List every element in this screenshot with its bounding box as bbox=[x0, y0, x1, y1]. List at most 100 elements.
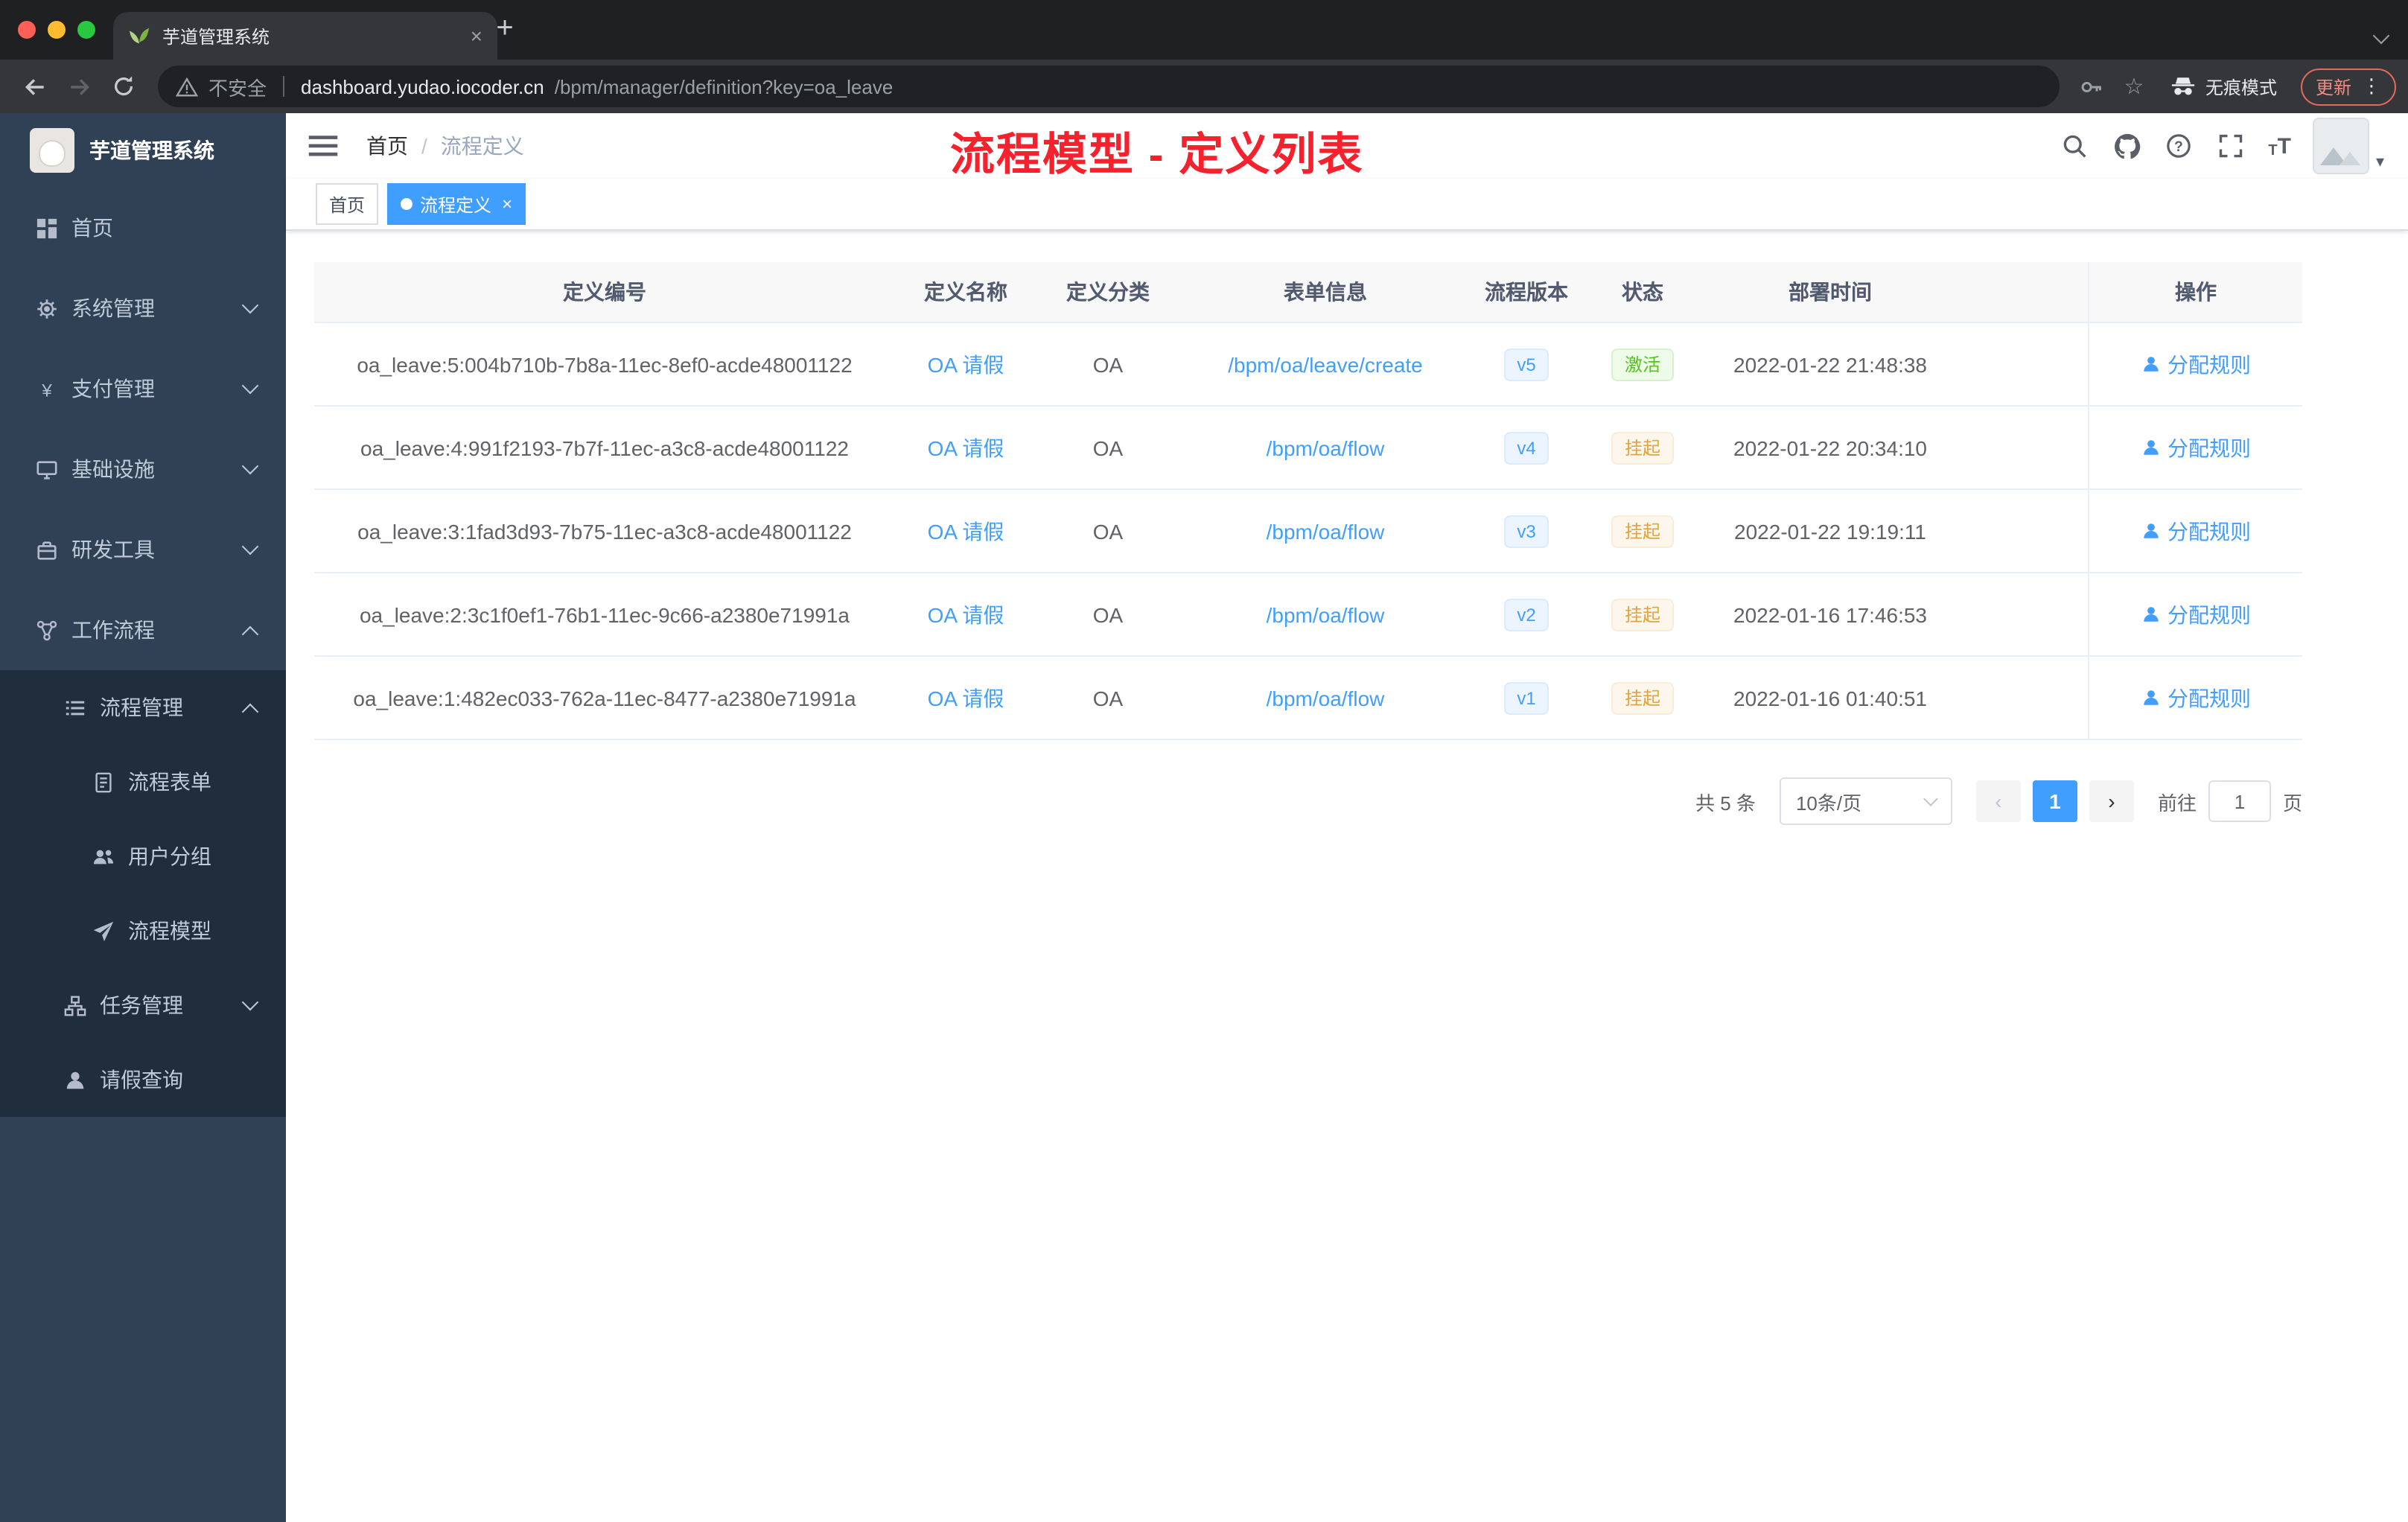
definition-name-link[interactable]: OA 请假 bbox=[928, 683, 1004, 713]
breadcrumb-home[interactable]: 首页 bbox=[366, 131, 408, 161]
font-size-icon[interactable]: TT bbox=[2268, 133, 2291, 159]
sidebar-item-process-management[interactable]: 流程管理 bbox=[0, 670, 286, 745]
form-link[interactable]: /bpm/oa/flow bbox=[1267, 519, 1385, 543]
chevron-down-icon bbox=[1923, 792, 1938, 806]
tab-close-icon[interactable]: × bbox=[471, 24, 482, 48]
bookmark-star-icon[interactable]: ☆ bbox=[2113, 66, 2155, 107]
help-icon[interactable]: ? bbox=[2164, 131, 2194, 161]
sidebar-item-label: 支付管理 bbox=[71, 377, 155, 401]
definition-name-link[interactable]: OA 请假 bbox=[928, 599, 1004, 629]
sidebar-item-task-management[interactable]: 任务管理 bbox=[0, 968, 286, 1042]
definition-name-link[interactable]: OA 请假 bbox=[928, 433, 1004, 462]
github-icon[interactable] bbox=[2112, 131, 2141, 161]
table-row: oa_leave:1:482ec033-762a-11ec-8477-a2380… bbox=[314, 657, 2302, 740]
table-row: oa_leave:2:3c1f0ef1-76b1-11ec-9c66-a2380… bbox=[314, 573, 2302, 657]
fullscreen-icon[interactable] bbox=[2216, 131, 2246, 161]
forward-button[interactable] bbox=[57, 64, 101, 109]
security-label[interactable]: 不安全 bbox=[208, 72, 267, 101]
sidebar-item-system[interactable]: 系统管理 bbox=[0, 268, 286, 348]
sidebar-item-label: 流程模型 bbox=[128, 919, 211, 943]
new-tab-button[interactable]: + bbox=[485, 9, 524, 48]
user-icon bbox=[2143, 690, 2158, 705]
tab-search-button[interactable] bbox=[2372, 22, 2390, 49]
sidebar-item-process-form[interactable]: 流程表单 bbox=[0, 745, 286, 819]
page-size-select[interactable]: 10条/页 bbox=[1779, 777, 1952, 825]
form-link[interactable]: /bpm/oa/flow bbox=[1267, 686, 1385, 710]
svg-text:?: ? bbox=[2175, 139, 2184, 155]
caret-down-icon[interactable]: ▾ bbox=[2376, 152, 2384, 174]
goto-label: 前往 bbox=[2157, 792, 2197, 814]
cell-deploy-time: 2022-01-16 17:46:53 bbox=[1733, 602, 1927, 626]
sidebar-item-label: 用户分组 bbox=[128, 844, 211, 868]
sidebar-item-devtools[interactable]: 研发工具 bbox=[0, 509, 286, 590]
cell-deploy-time: 2022-01-22 20:34:10 bbox=[1733, 436, 1927, 459]
reload-button[interactable] bbox=[101, 64, 146, 109]
sidebar-item-label: 流程管理 bbox=[100, 695, 183, 719]
cell-category: OA bbox=[1092, 436, 1124, 459]
search-icon[interactable] bbox=[2060, 131, 2089, 161]
browser-menu-icon[interactable]: ⋮ bbox=[2362, 74, 2381, 98]
total-count: 共 5 条 bbox=[1695, 792, 1756, 814]
chevron-down-icon bbox=[241, 377, 259, 395]
password-key-icon[interactable] bbox=[2071, 66, 2113, 107]
avatar[interactable] bbox=[2313, 118, 2370, 174]
next-page-button[interactable]: › bbox=[2089, 780, 2134, 822]
table-row: oa_leave:5:004b710b-7b8a-11ec-8ef0-acde4… bbox=[314, 323, 2302, 407]
content-area: 首页 / 流程定义 流程模型 - 定义列表 ? T T ▾ 首页 流程定义 × … bbox=[286, 113, 2408, 1522]
definition-name-link[interactable]: OA 请假 bbox=[928, 516, 1004, 546]
document-icon bbox=[95, 771, 112, 792]
update-label: 更新 bbox=[2315, 77, 2351, 98]
tag-process-definition[interactable]: 流程定义 × bbox=[387, 183, 526, 225]
column-header-form: 表单信息 bbox=[1284, 280, 1367, 304]
tab-favicon-icon bbox=[129, 27, 150, 45]
version-badge: v4 bbox=[1503, 431, 1549, 464]
list-icon bbox=[66, 700, 85, 715]
cell-operation: 分配规则 bbox=[2088, 573, 2302, 655]
assign-rule-link[interactable]: 分配规则 bbox=[2167, 516, 2251, 546]
assign-rule-link[interactable]: 分配规则 bbox=[2167, 433, 2251, 462]
tag-close-icon[interactable]: × bbox=[502, 194, 512, 214]
page-jump-input[interactable] bbox=[2208, 780, 2271, 822]
prev-page-button[interactable]: ‹ bbox=[1975, 780, 2021, 822]
sidebar-item-workflow[interactable]: 工作流程 bbox=[0, 590, 286, 670]
form-link[interactable]: /bpm/oa/leave/create bbox=[1228, 352, 1423, 376]
close-window-button[interactable] bbox=[18, 21, 36, 39]
sidebar-item-payment[interactable]: ¥ 支付管理 bbox=[0, 348, 286, 429]
not-secure-warning-icon bbox=[176, 76, 198, 96]
svg-text:¥: ¥ bbox=[41, 380, 52, 400]
definition-name-link[interactable]: OA 请假 bbox=[928, 349, 1004, 379]
table-row: oa_leave:3:1fad3d93-7b75-11ec-a3c8-acde4… bbox=[314, 490, 2302, 573]
sidebar-item-user-group[interactable]: 用户分组 bbox=[0, 819, 286, 894]
breadcrumb-separator: / bbox=[421, 134, 427, 158]
cell-category: OA bbox=[1092, 519, 1124, 543]
paper-plane-icon bbox=[93, 920, 114, 941]
assign-rule-link[interactable]: 分配规则 bbox=[2167, 349, 2251, 379]
app-window: 芋道管理系统 首页 系统管理 ¥ 支付管理 基础设施 研发工具 工作流程 流程管… bbox=[0, 113, 2408, 1522]
sidebar-item-process-model[interactable]: 流程模型 bbox=[0, 894, 286, 968]
assign-rule-link[interactable]: 分配规则 bbox=[2167, 683, 2251, 713]
page-number-button[interactable]: 1 bbox=[2032, 780, 2077, 822]
status-badge: 挂起 bbox=[1611, 681, 1674, 714]
browser-tab[interactable]: 芋道管理系统 × bbox=[113, 12, 497, 60]
sidebar-item-infrastructure[interactable]: 基础设施 bbox=[0, 429, 286, 509]
address-bar[interactable]: 不安全 dashboard.yudao.iocoder.cn/bpm/manag… bbox=[158, 66, 2060, 107]
tag-home[interactable]: 首页 bbox=[316, 183, 379, 225]
sidebar-toggle-icon[interactable] bbox=[307, 130, 340, 162]
sidebar-menu: 首页 系统管理 ¥ 支付管理 基础设施 研发工具 工作流程 流程管理 流程表单 … bbox=[0, 188, 286, 1117]
minimize-window-button[interactable] bbox=[48, 21, 66, 39]
form-link[interactable]: /bpm/oa/flow bbox=[1267, 436, 1385, 459]
sidebar-logo[interactable]: 芋道管理系统 bbox=[0, 113, 286, 188]
zoom-window-button[interactable] bbox=[77, 21, 95, 39]
briefcase-icon bbox=[37, 541, 57, 559]
cell-definition-id: oa_leave:2:3c1f0ef1-76b1-11ec-9c66-a2380… bbox=[359, 602, 850, 626]
url-path: /bpm/manager/definition?key=oa_leave bbox=[554, 75, 894, 98]
sidebar-item-home[interactable]: 首页 bbox=[0, 188, 286, 268]
assign-rule-link[interactable]: 分配规则 bbox=[2167, 599, 2251, 629]
pager: ‹ 1 › bbox=[1975, 780, 2134, 822]
chevron-up-icon bbox=[241, 625, 259, 643]
sidebar-item-leave-query[interactable]: 请假查询 bbox=[0, 1042, 286, 1117]
browser-update-button[interactable]: 更新 ⋮ bbox=[2300, 68, 2396, 105]
form-link[interactable]: /bpm/oa/flow bbox=[1267, 602, 1385, 626]
tab-strip: 芋道管理系统 × + bbox=[0, 0, 2408, 60]
back-button[interactable] bbox=[12, 64, 57, 109]
